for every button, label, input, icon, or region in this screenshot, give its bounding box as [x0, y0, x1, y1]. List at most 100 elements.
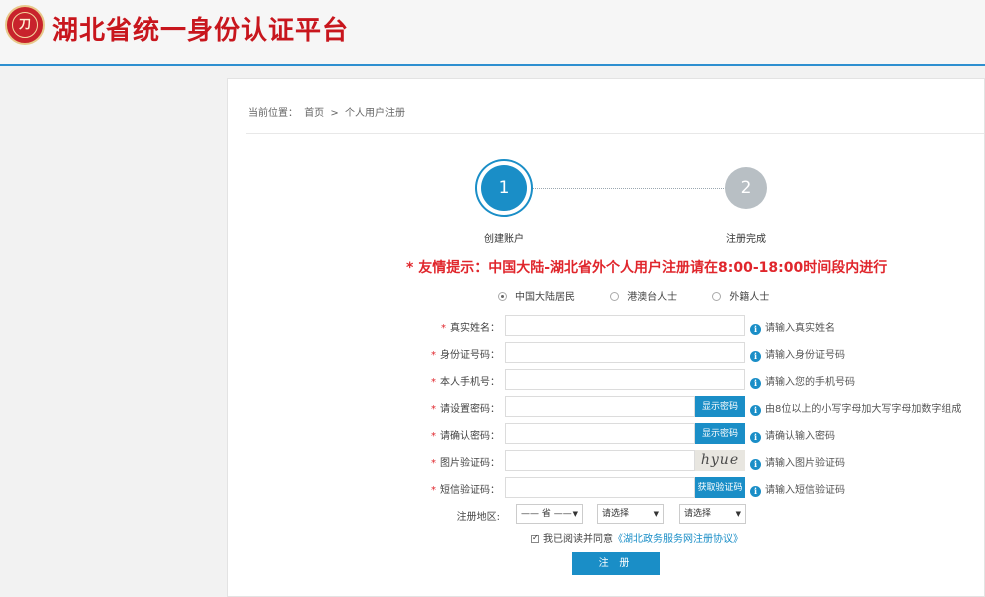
confirm-password-input[interactable]	[505, 423, 695, 444]
sms-code-hint: i 请输入短信验证码	[750, 481, 845, 497]
breadcrumb-prefix: 当前位置：	[248, 108, 298, 119]
real-name-row: * 真实姓名： i 请输入真实姓名	[408, 315, 968, 337]
info-icon: i	[750, 432, 761, 443]
required-mark: *	[431, 485, 436, 496]
info-icon: i	[750, 459, 761, 470]
step-2-circle: 2	[725, 167, 767, 209]
image-captcha-hint: i 请输入图片验证码	[750, 454, 845, 470]
radio-circle[interactable]	[498, 292, 507, 301]
info-icon: i	[750, 351, 761, 362]
required-mark: *	[441, 323, 446, 334]
radio-circle[interactable]	[610, 292, 620, 301]
sms-code-row: * 短信验证码： 获取验证码 i 请输入短信验证码	[408, 477, 968, 499]
password-row: * 请设置密码： 显示密码 i 由8位以上的小写字母加大写字母加数字组成	[408, 396, 968, 418]
agreement-row: 我已阅读并同意《湖北政务服务网注册协议》	[531, 530, 743, 545]
label-text: 图片验证码：	[440, 458, 500, 469]
required-mark: *	[431, 431, 436, 442]
radio-hk-macau-taiwan[interactable]: 港澳台人士	[610, 288, 677, 303]
hint-text: 请输入身份证号码	[765, 350, 845, 361]
label-text: 真实姓名：	[450, 323, 500, 334]
province-select[interactable]: —— 省 —— ▼	[516, 504, 583, 524]
district-value: 请选择	[684, 509, 712, 519]
phone-label: * 本人手机号：	[408, 373, 500, 388]
real-name-hint: i 请输入真实姓名	[750, 319, 835, 335]
register-button[interactable]: 注 册	[572, 552, 660, 575]
breadcrumb-home-link[interactable]: 首页	[304, 108, 324, 119]
password-label: * 请设置密码：	[408, 400, 500, 415]
image-captcha-label: * 图片验证码：	[408, 454, 500, 469]
radio-label: 中国大陆居民	[515, 292, 575, 303]
id-number-hint: i 请输入身份证号码	[750, 346, 845, 362]
confirm-password-hint: i 请确认输入密码	[750, 427, 835, 443]
real-name-label: * 真实姓名：	[408, 319, 500, 334]
logo-glyph: 刀	[18, 17, 31, 31]
province-value: —— 省 ——	[521, 509, 572, 519]
city-select[interactable]: 请选择 ▼	[597, 504, 664, 524]
hint-text: 请输入您的手机号码	[765, 377, 855, 388]
required-mark: *	[431, 404, 436, 415]
label-text: 身份证号码：	[440, 350, 500, 361]
site-title: 湖北省统一身份认证平台	[52, 16, 350, 46]
step-2-label: 注册完成	[726, 234, 766, 245]
breadcrumb-current: 个人用户注册	[344, 108, 405, 119]
phone-hint: i 请输入您的手机号码	[750, 373, 855, 389]
step-1-label: 创建账户	[484, 234, 524, 245]
city-value: 请选择	[602, 509, 630, 519]
label-text: 短信验证码：	[440, 485, 500, 496]
password-input[interactable]	[505, 396, 695, 417]
info-icon: i	[750, 405, 761, 416]
hint-text: 请输入真实姓名	[765, 323, 835, 334]
image-captcha-input[interactable]	[505, 450, 695, 471]
show-confirm-password-button[interactable]: 显示密码	[695, 423, 745, 444]
logo: 刀	[5, 5, 45, 45]
agreement-text: 我已阅读并同意	[543, 534, 613, 545]
breadcrumb: 当前位置： 首页 > 个人用户注册	[248, 104, 408, 119]
radio-mainland[interactable]: 中国大陆居民	[498, 288, 575, 303]
region-row: 注册地区: —— 省 —— ▼ 请选择 ▼ 请选择 ▼	[408, 504, 968, 526]
residency-radio-group: 中国大陆居民 港澳台人士 外籍人士	[498, 288, 801, 303]
hint-text: 请输入图片验证码	[765, 458, 845, 469]
info-icon: i	[750, 324, 761, 335]
captcha-image[interactable]: hyue	[695, 450, 745, 471]
agreement-checkbox[interactable]	[531, 533, 539, 543]
label-text: 本人手机号：	[440, 377, 500, 388]
district-select[interactable]: 请选择 ▼	[679, 504, 746, 524]
radio-circle[interactable]	[712, 292, 722, 301]
hint-text: 请输入短信验证码	[765, 485, 845, 496]
step-connector	[526, 188, 726, 189]
sms-code-input[interactable]	[505, 477, 695, 498]
image-captcha-row: * 图片验证码： hyue i 请输入图片验证码	[408, 450, 968, 472]
password-hint: i 由8位以上的小写字母加大写字母加数字组成	[750, 400, 961, 416]
required-mark: *	[431, 350, 436, 361]
header: 刀 湖北省统一身份认证平台	[0, 0, 985, 66]
hint-text: 由8位以上的小写字母加大写字母加数字组成	[765, 404, 962, 415]
step-1-circle: 1	[481, 165, 527, 211]
required-mark: *	[431, 458, 436, 469]
required-mark: *	[431, 377, 436, 388]
phone-row: * 本人手机号： i 请输入您的手机号码	[408, 369, 968, 391]
breadcrumb-separator: >	[330, 108, 339, 119]
hint-text: 请确认输入密码	[765, 431, 835, 442]
real-name-input[interactable]	[505, 315, 745, 336]
radio-foreigner[interactable]: 外籍人士	[712, 288, 769, 303]
divider	[246, 133, 984, 134]
sms-code-label: * 短信验证码：	[408, 481, 500, 496]
show-password-button[interactable]: 显示密码	[695, 396, 745, 417]
agreement-link[interactable]: 《湖北政务服务网注册协议》	[613, 534, 743, 545]
radio-label: 外籍人士	[729, 292, 770, 303]
dropdown-arrow-icon: ▼	[572, 510, 578, 518]
confirm-password-row: * 请确认密码： 显示密码 i 请确认输入密码	[408, 423, 968, 445]
label-text: 请设置密码：	[440, 404, 500, 415]
id-number-input[interactable]	[505, 342, 745, 363]
phone-input[interactable]	[505, 369, 745, 390]
dropdown-arrow-icon: ▼	[653, 510, 659, 518]
get-sms-code-button[interactable]: 获取验证码	[695, 477, 745, 498]
radio-label: 港澳台人士	[627, 292, 678, 303]
info-icon: i	[750, 486, 761, 497]
registration-panel: 当前位置： 首页 > 个人用户注册 1 2 创建账户 注册完成 * 友情提示：中…	[227, 78, 985, 597]
confirm-password-label: * 请确认密码：	[408, 427, 500, 442]
dropdown-arrow-icon: ▼	[735, 510, 741, 518]
label-text: 请确认密码：	[440, 431, 500, 442]
id-number-label: * 身份证号码：	[408, 346, 500, 361]
id-number-row: * 身份证号码： i 请输入身份证号码	[408, 342, 968, 364]
